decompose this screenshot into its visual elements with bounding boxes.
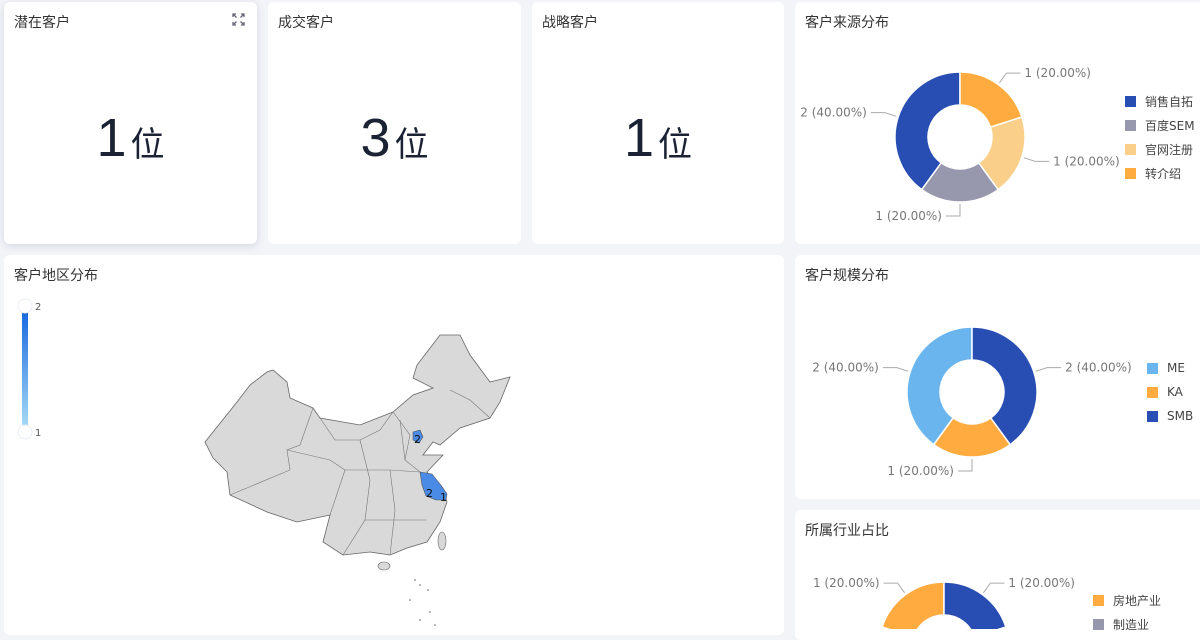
legend-item[interactable]: 制造业 xyxy=(1093,612,1161,636)
taiwan-region[interactable] xyxy=(437,531,447,551)
visual-map-handle-max[interactable] xyxy=(17,298,33,314)
visual-map-handle-min[interactable] xyxy=(17,424,33,440)
south-sea-islands xyxy=(409,579,436,626)
legend-item[interactable]: 转介绍 xyxy=(1125,161,1195,185)
legend-item[interactable]: 百度SEM xyxy=(1125,113,1195,137)
legend: ME KA SMB xyxy=(1147,356,1193,428)
chart-title: 客户来源分布 xyxy=(805,15,889,31)
visual-map-min: 1 xyxy=(35,428,41,439)
legend-item[interactable]: ME xyxy=(1147,356,1193,380)
legend-item[interactable]: SMB xyxy=(1147,404,1193,428)
region-value-beijing: 2 xyxy=(414,433,421,446)
visual-map-bar xyxy=(22,313,28,429)
legend: 销售自拓 百度SEM 官网注册 转介绍 xyxy=(1125,89,1195,185)
legend-item[interactable]: 销售自拓 xyxy=(1125,89,1195,113)
legend-item[interactable]: KA xyxy=(1147,380,1193,404)
region-value-shanghai: 1 xyxy=(440,491,447,504)
scale-chart-card: 客户规模分布 ME KA SMB xyxy=(795,255,1200,499)
legend-item[interactable]: 房地产业 xyxy=(1093,588,1161,612)
industry-chart-card: 所属行业占比 房地产业 制造业 xyxy=(795,510,1200,640)
source-chart-card: 客户来源分布 销售自拓 百度SEM 官网注册 转介绍 xyxy=(795,2,1200,244)
legend-item[interactable]: 官网注册 xyxy=(1125,137,1195,161)
chart-title: 客户规模分布 xyxy=(805,268,889,284)
hainan-region[interactable] xyxy=(377,561,391,571)
china-map: 2 1 2 2 1 xyxy=(17,298,511,626)
region-value-jiangsu: 2 xyxy=(426,487,433,500)
chart-title: 所属行业占比 xyxy=(805,523,889,539)
visual-map-max: 2 xyxy=(35,302,41,313)
china-outline[interactable] xyxy=(204,334,511,556)
